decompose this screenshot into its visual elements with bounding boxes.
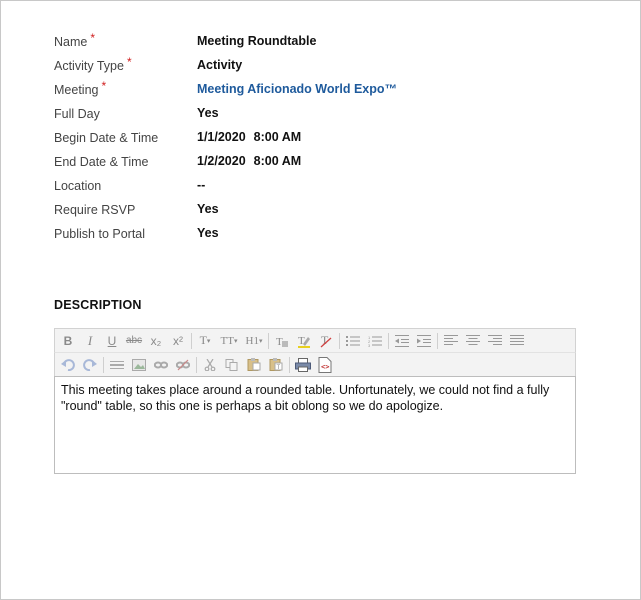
redo-icon[interactable] <box>79 355 101 375</box>
toolbar-divider <box>339 332 340 349</box>
toolbar-divider <box>388 332 389 349</box>
meeting-link[interactable]: Meeting Aficionado World Expo™ <box>197 82 397 96</box>
align-center-icon[interactable] <box>462 331 484 351</box>
subscript-button[interactable]: x₂ <box>145 331 167 351</box>
field-label: Begin Date & Time <box>54 131 159 145</box>
toolbar-divider <box>191 332 192 349</box>
insert-image-icon[interactable] <box>128 355 150 375</box>
outdent-icon[interactable] <box>391 331 413 351</box>
rich-text-editor: B I U abc x₂ x² T▾ TT▾ H1▾ T T T 123 <box>54 328 576 474</box>
svg-text:T: T <box>298 335 305 347</box>
toolbar-divider <box>437 332 438 349</box>
field-value-name: Meeting Roundtable <box>197 34 317 48</box>
numbered-list-icon[interactable]: 123 <box>364 331 386 351</box>
begin-time: 8:00 AM <box>253 130 302 144</box>
italic-button[interactable]: I <box>79 331 101 351</box>
svg-text:T: T <box>276 336 283 348</box>
svg-text:3: 3 <box>368 343 371 347</box>
cut-icon[interactable] <box>199 355 221 375</box>
field-value-activity-type: Activity <box>197 58 243 72</box>
field-label: Location <box>54 179 102 193</box>
highlight-color-icon[interactable]: T <box>293 331 315 351</box>
record-detail-panel: Name * Meeting Roundtable Activity Type * … <box>0 0 641 600</box>
field-value-begin-date-time: 1/1/2020 8:00 AM <box>197 130 301 144</box>
field-value-require-rsvp: Yes <box>197 202 219 216</box>
paste-text-icon[interactable]: T <box>265 355 287 375</box>
superscript-button[interactable]: x² <box>167 331 189 351</box>
heading-button[interactable]: H1 ▾ <box>242 331 266 351</box>
toolbar-divider <box>103 356 104 373</box>
field-value-location: -- <box>197 178 206 192</box>
end-time: 8:00 AM <box>253 154 302 168</box>
field-label: Meeting * <box>54 79 107 97</box>
field-label: Require RSVP <box>54 203 136 217</box>
bullet-list-icon[interactable] <box>342 331 364 351</box>
field-label: Publish to Portal <box>54 227 146 241</box>
print-icon[interactable] <box>292 355 314 375</box>
remove-link-icon[interactable] <box>172 355 194 375</box>
strikethrough-button[interactable]: abc <box>123 331 145 351</box>
required-marker: * <box>90 31 96 45</box>
horizontal-rule-icon[interactable] <box>106 355 128 375</box>
undo-icon[interactable] <box>57 355 79 375</box>
required-marker: * <box>126 55 132 69</box>
font-family-button[interactable]: T ▾ <box>194 331 216 351</box>
field-value-end-date-time: 1/2/2020 8:00 AM <box>197 154 301 168</box>
clear-format-icon[interactable]: T <box>271 331 293 351</box>
editor-toolbar-row-1: B I U abc x₂ x² T ▾ TT ▾ H1 ▾ T T T 123 <box>54 328 576 352</box>
align-right-icon[interactable] <box>484 331 506 351</box>
field-value-full-day: Yes <box>197 106 219 120</box>
description-heading: DESCRIPTION <box>54 298 142 312</box>
description-content[interactable]: This meeting takes place around a rounde… <box>54 376 576 474</box>
field-label: Activity Type * <box>54 55 132 73</box>
align-justify-icon[interactable] <box>506 331 528 351</box>
toolbar-divider <box>289 356 290 373</box>
font-color-icon[interactable]: T <box>315 331 337 351</box>
required-marker: * <box>101 79 107 93</box>
field-label: Name * <box>54 31 96 49</box>
begin-date: 1/1/2020 <box>197 130 246 144</box>
insert-link-icon[interactable] <box>150 355 172 375</box>
copy-icon[interactable] <box>221 355 243 375</box>
underline-button[interactable]: U <box>101 331 123 351</box>
toolbar-divider <box>268 332 269 349</box>
toolbar-divider <box>196 356 197 373</box>
bold-button[interactable]: B <box>57 331 79 351</box>
field-value-publish-to-portal: Yes <box>197 226 219 240</box>
source-code-icon[interactable]: <> <box>314 355 336 375</box>
editor-toolbar-row-2: T <> <box>54 352 576 376</box>
indent-icon[interactable] <box>413 331 435 351</box>
paste-icon[interactable] <box>243 355 265 375</box>
font-size-button[interactable]: TT ▾ <box>216 331 242 351</box>
align-left-icon[interactable] <box>440 331 462 351</box>
field-label: End Date & Time <box>54 155 149 169</box>
end-date: 1/2/2020 <box>197 154 246 168</box>
field-label: Full Day <box>54 107 100 121</box>
svg-text:T: T <box>277 365 281 371</box>
svg-text:<>: <> <box>321 363 329 371</box>
